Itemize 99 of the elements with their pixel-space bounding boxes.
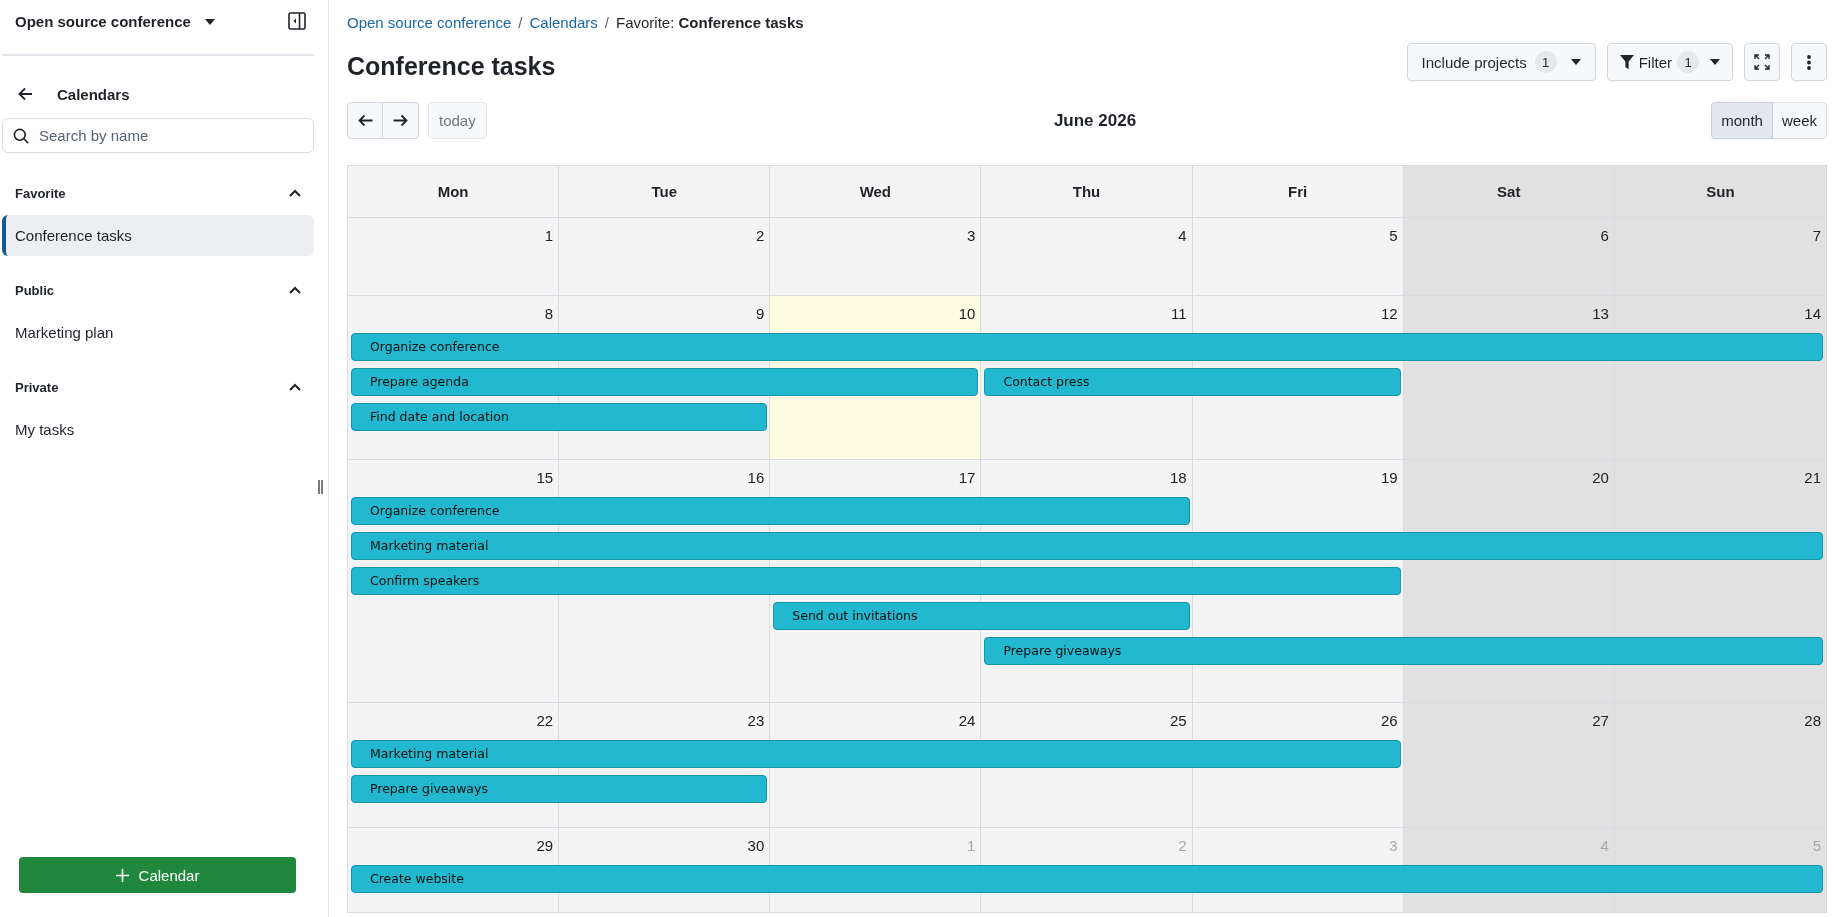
count-badge: 1 [1677,51,1699,73]
weekday-header: Mon [348,166,560,217]
fullscreen-icon [1754,54,1770,70]
day-number: 5 [1811,835,1822,856]
day-number: 4 [1177,226,1188,246]
event-bar[interactable]: Create website [351,864,1823,893]
collapse-sidebar-button[interactable] [288,12,306,30]
day-number: 7 [1811,226,1822,246]
weekday-header: Wed [770,166,982,217]
day-number: 12 [1380,304,1399,324]
day-number: 28 [1803,710,1822,731]
day-number: 18 [1168,468,1188,489]
caret-down-icon [1710,59,1720,65]
section-toggle[interactable]: Favorite [2,174,314,212]
day-number: 25 [1168,710,1188,731]
back-button[interactable] [18,87,33,101]
day-number: 4 [1599,835,1610,856]
day-number: 1 [966,835,977,856]
caret-down-icon [204,18,215,25]
day-number: 9 [754,304,766,324]
day-number: 30 [746,835,766,856]
day-number: 20 [1591,468,1610,489]
event-bar[interactable]: Send out invitations [773,602,1190,631]
day-number: 15 [535,468,555,489]
day-number: 17 [957,468,977,489]
arrow-left-icon [18,87,33,101]
day-number: 14 [1803,304,1822,324]
day-number: 24 [957,710,977,731]
day-number: 23 [746,710,766,731]
event-bar[interactable]: Find date and location [351,403,768,431]
day-number: 2 [754,226,766,246]
project-switcher[interactable]: Open source conference [15,12,215,31]
view-tab[interactable]: month [1711,102,1773,139]
event-bar[interactable]: Confirm speakers [351,567,1401,596]
chevron-up-icon [289,189,301,197]
weekday-header: Tue [559,166,771,217]
event-bar[interactable]: Contact press [984,368,1401,396]
event-bar[interactable]: Organize conference [351,497,1190,526]
previous-button[interactable] [347,102,383,139]
search-icon [13,128,29,144]
weekday-header: Sun [1614,166,1826,217]
event-bar[interactable]: Marketing material [351,739,1401,768]
add-calendar-button[interactable]: Calendar [19,857,296,893]
breadcrumb-current: Favorite: Conference tasks [616,13,804,31]
day-number: 5 [1388,226,1399,246]
event-bar[interactable]: Marketing material [351,532,1823,561]
more-options-button[interactable] [1791,43,1827,81]
filter-icon [1619,55,1634,69]
search-field[interactable]: Search by name [2,118,314,153]
breadcrumb-separator: / [518,13,523,31]
arrow-left-icon [357,114,373,127]
section-toggle[interactable]: Private [2,368,314,406]
period-title: June 2026 [1053,110,1137,131]
day-number: 29 [535,835,555,856]
day-number: 6 [1599,226,1610,246]
chevron-up-icon [289,383,301,391]
breadcrumb-separator: / [604,13,609,31]
page-title: Conference tasks [347,51,556,81]
fullscreen-button[interactable] [1744,43,1780,81]
day-number: 19 [1380,468,1399,489]
day-number: 22 [535,710,555,731]
day-number: 8 [543,304,555,324]
day-number: 27 [1591,710,1610,731]
weekday-header: Fri [1192,166,1404,217]
chevron-up-icon [289,286,301,294]
plus-icon [115,868,129,882]
filter-button[interactable]: Filter 1 [1606,43,1733,81]
day-number: 3 [966,226,977,246]
day-number: 16 [746,468,766,489]
sidebar-panel-icon [288,12,306,30]
weekday-header: Thu [981,166,1193,217]
day-number: 1 [543,226,555,246]
breadcrumb-link[interactable]: Open source conference [347,13,512,31]
calendar-list-item[interactable]: Marketing plan [2,312,314,353]
arrow-right-icon [393,114,408,127]
weekday-header: Sat [1403,166,1615,217]
dropdown-button[interactable]: Include projects 1 [1406,43,1596,81]
breadcrumb-link[interactable]: Calendars [529,13,598,31]
event-bar[interactable]: Organize conference [351,333,1823,361]
calendar-list-item[interactable]: My tasks [2,409,314,450]
event-bar[interactable]: Prepare giveaways [351,774,768,803]
day-number: 2 [1177,835,1188,856]
resize-handle-icon[interactable] [318,480,323,494]
day-number: 21 [1803,468,1822,489]
day-number: 3 [1388,835,1399,856]
caret-down-icon [1570,59,1581,65]
calendar-list-item[interactable]: Conference tasks [2,215,314,256]
more-options-icon [1807,54,1811,70]
day-number: 13 [1591,304,1610,324]
sidebar-heading: Calendars [57,85,130,103]
view-tab[interactable]: week [1772,102,1827,139]
section-toggle[interactable]: Public [2,271,314,309]
count-badge: 1 [1534,51,1557,73]
day-number: 10 [957,304,977,324]
day-number: 11 [1170,304,1188,324]
day-number: 26 [1380,710,1399,731]
event-bar[interactable]: Prepare agenda [351,368,979,396]
event-bar[interactable]: Prepare giveaways [984,637,1823,666]
next-button[interactable] [383,102,419,139]
